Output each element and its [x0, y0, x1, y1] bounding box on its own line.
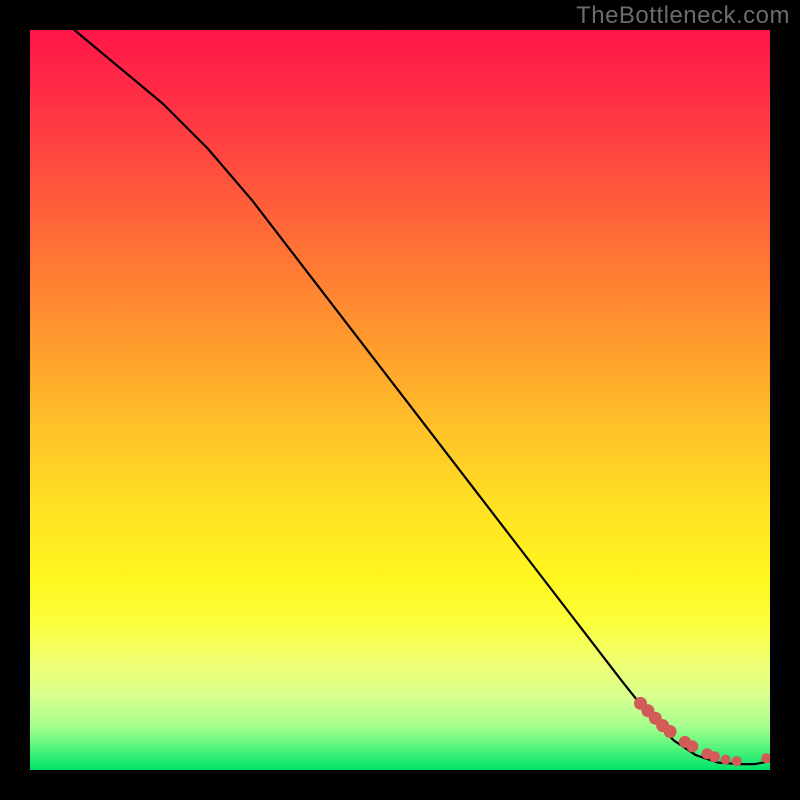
marker-dot	[664, 725, 677, 738]
marker-dot	[686, 740, 698, 752]
marker-dot	[721, 755, 731, 765]
watermark-text: TheBottleneck.com	[576, 2, 790, 30]
marker-group	[634, 697, 770, 766]
chart-frame: TheBottleneck.com	[0, 0, 800, 800]
plot-area	[30, 30, 770, 770]
marker-dot	[709, 751, 720, 762]
marker-dot	[732, 756, 742, 766]
bottleneck-curve	[30, 30, 770, 764]
chart-svg	[30, 30, 770, 770]
